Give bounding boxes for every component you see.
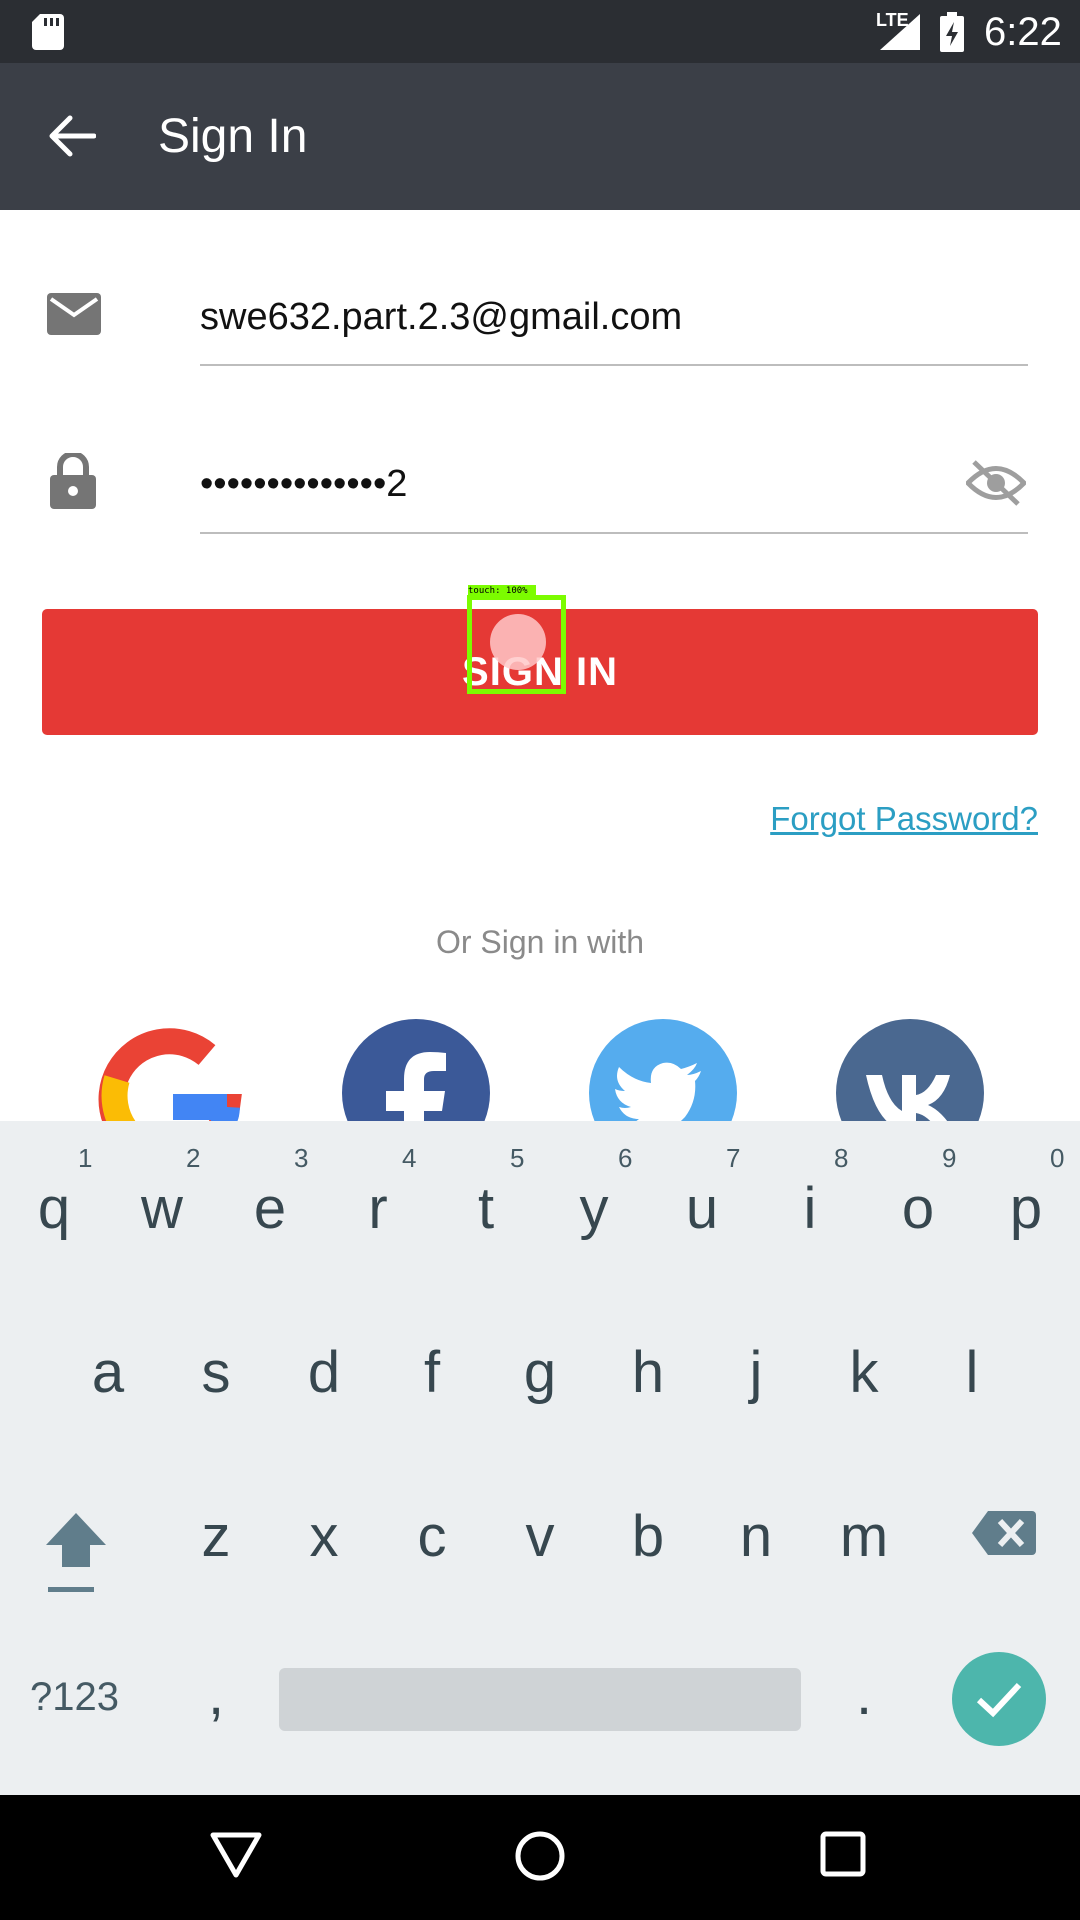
page-title: Sign In [158, 110, 308, 163]
key-o[interactable]: o [868, 1175, 968, 1242]
navigation-bar [0, 1795, 1080, 1920]
key-k[interactable]: k [814, 1339, 914, 1406]
key-hint: 9 [942, 1143, 957, 1173]
recents-nav-icon[interactable] [820, 1831, 866, 1877]
email-field[interactable]: swe632.part.2.3@gmail.com [200, 292, 1020, 342]
key-z[interactable]: z [166, 1503, 266, 1570]
key-hint: 5 [510, 1143, 525, 1173]
key-w[interactable]: w [112, 1175, 212, 1242]
key-r[interactable]: r [328, 1175, 428, 1242]
status-bar: LTE 6:22 [0, 0, 1080, 63]
key-h[interactable]: h [598, 1339, 698, 1406]
arrow-back-icon[interactable] [48, 114, 96, 158]
key-j[interactable]: j [706, 1339, 806, 1406]
backspace-icon[interactable] [972, 1509, 1036, 1557]
key-m[interactable]: m [814, 1503, 914, 1570]
comma-key[interactable]: , [166, 1661, 266, 1728]
key-a[interactable]: a [58, 1339, 158, 1406]
clock: 6:22 [984, 10, 1062, 54]
visibility-off-icon[interactable] [966, 458, 1026, 508]
key-d[interactable]: d [274, 1339, 374, 1406]
email-underline [200, 364, 1028, 366]
key-hint: 6 [618, 1143, 633, 1173]
key-v[interactable]: v [490, 1503, 590, 1570]
period-key[interactable]: . [814, 1661, 914, 1728]
key-hint: 4 [402, 1143, 417, 1173]
back-nav-icon[interactable] [210, 1832, 262, 1878]
key-c[interactable]: c [382, 1503, 482, 1570]
key-hint: 3 [294, 1143, 309, 1173]
key-n[interactable]: n [706, 1503, 806, 1570]
key-x[interactable]: x [274, 1503, 374, 1570]
key-t[interactable]: t [436, 1175, 536, 1242]
key-i[interactable]: i [760, 1175, 860, 1242]
key-hint: 7 [726, 1143, 741, 1173]
key-l[interactable]: l [922, 1339, 1022, 1406]
lock-icon [50, 453, 96, 509]
space-bar[interactable] [279, 1668, 801, 1731]
key-u[interactable]: u [652, 1175, 752, 1242]
key-hint: 1 [78, 1143, 93, 1173]
signal-icon [880, 14, 920, 50]
key-y[interactable]: y [544, 1175, 644, 1242]
password-underline [200, 532, 1028, 534]
forgot-password-link[interactable]: Forgot Password? [620, 800, 1038, 838]
key-hint: 8 [834, 1143, 849, 1173]
key-g[interactable]: g [490, 1339, 590, 1406]
key-q[interactable]: q [4, 1175, 104, 1242]
key-f[interactable]: f [382, 1339, 482, 1406]
sd-card-icon [32, 14, 64, 50]
touch-point [490, 614, 546, 670]
or-sign-in-with-label: Or Sign in with [435, 924, 645, 960]
key-hint: 2 [186, 1143, 201, 1173]
keyboard: 1 2 3 4 5 6 7 8 9 0 q w e r t y u i o p … [0, 1121, 1080, 1795]
email-icon [47, 293, 101, 335]
symbols-key[interactable]: ?123 [30, 1675, 119, 1720]
key-e[interactable]: e [220, 1175, 320, 1242]
password-field[interactable]: ••••••••••••••2 [200, 459, 900, 509]
shift-icon[interactable] [44, 1509, 108, 1595]
done-button[interactable] [952, 1652, 1046, 1746]
battery-charging-icon [940, 12, 964, 52]
key-hint: 0 [1050, 1143, 1065, 1173]
key-s[interactable]: s [166, 1339, 266, 1406]
key-p[interactable]: p [976, 1175, 1076, 1242]
check-icon [976, 1682, 1022, 1718]
key-b[interactable]: b [598, 1503, 698, 1570]
home-nav-icon[interactable] [514, 1830, 566, 1882]
